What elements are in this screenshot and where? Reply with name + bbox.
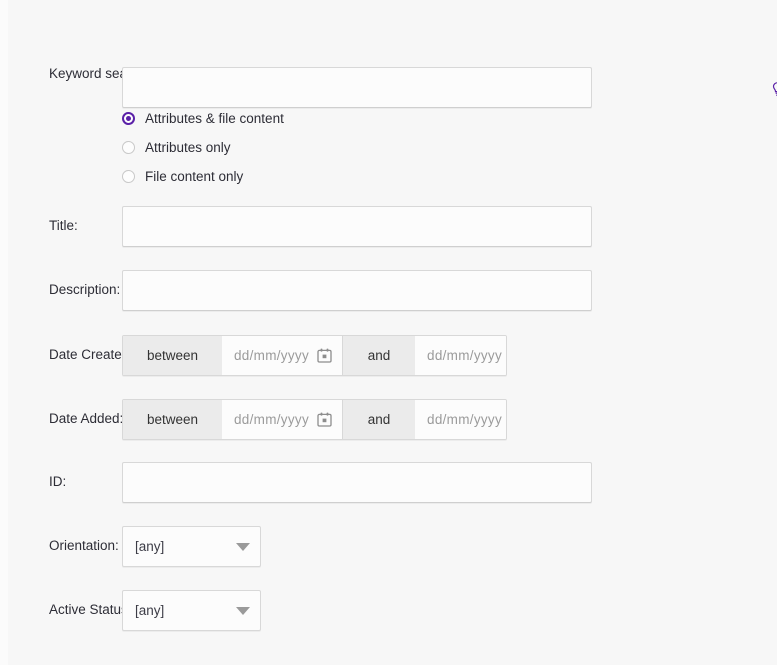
- date-added-operator[interactable]: between: [123, 400, 222, 439]
- active-status-field-area: [any]: [122, 590, 261, 631]
- date-created-label: Date Created:: [49, 347, 134, 362]
- date-created-operator[interactable]: between: [123, 336, 222, 375]
- lightbulb-icon: [772, 81, 777, 97]
- date-created-range: between dd/mm/yyyy and dd/mm/yyyy: [122, 335, 507, 376]
- description-input[interactable]: [122, 270, 592, 311]
- active-status-label: Active Status:: [49, 602, 132, 617]
- advanced-search-form-page: Keyword search: Search tips: [0, 0, 777, 665]
- date-added-field-area: between dd/mm/yyyy and dd/mm/yyyy: [122, 399, 507, 440]
- keyword-search-input[interactable]: [122, 67, 592, 108]
- orientation-field-area: [any]: [122, 526, 261, 567]
- radio-indicator-unselected[interactable]: [122, 170, 135, 183]
- keyword-search-label: Keyword search:: [49, 66, 150, 81]
- radio-attributes-and-file-content[interactable]: Attributes & file content: [122, 104, 284, 133]
- keyword-search-field-area: Search tips: [122, 67, 777, 108]
- date-added-to-placeholder: dd/mm/yyyy: [427, 412, 503, 427]
- radio-label-attributes-only: Attributes only: [145, 140, 231, 155]
- date-added-conjunction: and: [342, 400, 416, 439]
- date-added-label: Date Added:: [49, 411, 124, 426]
- radio-label-attributes-and-file-content: Attributes & file content: [145, 111, 284, 126]
- active-status-selected-value: [any]: [135, 603, 165, 618]
- orientation-select[interactable]: [any]: [122, 526, 261, 567]
- description-field-area: [122, 270, 592, 311]
- date-created-from-field[interactable]: dd/mm/yyyy: [222, 336, 343, 375]
- form-row-title: Title:: [0, 206, 592, 247]
- title-input[interactable]: [122, 206, 592, 247]
- chevron-down-icon[interactable]: [236, 606, 250, 615]
- radio-file-content-only[interactable]: File content only: [122, 162, 284, 191]
- title-field-area: [122, 206, 592, 247]
- search-tips-link[interactable]: Search tips: [772, 74, 777, 104]
- id-label: ID:: [49, 474, 67, 489]
- date-added-range: between dd/mm/yyyy and dd/mm/yyyy: [122, 399, 507, 440]
- calendar-icon[interactable]: [317, 348, 332, 363]
- search-scope-radio-group: Attributes & file content Attributes onl…: [122, 104, 284, 191]
- calendar-icon[interactable]: [317, 412, 332, 427]
- date-created-conjunction: and: [342, 336, 416, 375]
- id-field-area: [122, 462, 592, 503]
- radio-indicator-unselected[interactable]: [122, 141, 135, 154]
- radio-indicator-selected[interactable]: [122, 112, 135, 125]
- orientation-label: Orientation:: [49, 538, 119, 553]
- date-added-from-field[interactable]: dd/mm/yyyy: [222, 400, 343, 439]
- date-created-to-field[interactable]: dd/mm/yyyy: [415, 336, 506, 375]
- form-row-date-added: Date Added: between dd/mm/yyyy and dd/mm…: [0, 399, 507, 440]
- active-status-select[interactable]: [any]: [122, 590, 261, 631]
- form-row-id: ID:: [0, 462, 592, 503]
- radio-label-file-content-only: File content only: [145, 169, 244, 184]
- date-created-to-placeholder: dd/mm/yyyy: [427, 348, 503, 363]
- form-row-date-created: Date Created: between dd/mm/yyyy and dd/…: [0, 335, 507, 376]
- description-label: Description:: [49, 282, 121, 297]
- date-added-from-placeholder: dd/mm/yyyy: [234, 412, 310, 427]
- form-row-orientation: Orientation: [any]: [0, 526, 261, 567]
- radio-attributes-only[interactable]: Attributes only: [122, 133, 284, 162]
- id-input[interactable]: [122, 462, 592, 503]
- title-label: Title:: [49, 218, 78, 233]
- date-created-field-area: between dd/mm/yyyy and dd/mm/yyyy: [122, 335, 507, 376]
- form-row-keyword-search: Keyword search: Search tips: [0, 66, 777, 108]
- form-row-description: Description:: [0, 270, 592, 311]
- date-added-to-field[interactable]: dd/mm/yyyy: [415, 400, 506, 439]
- chevron-down-icon[interactable]: [236, 542, 250, 551]
- form-row-search-scope: Attributes & file content Attributes onl…: [0, 104, 284, 191]
- date-created-from-placeholder: dd/mm/yyyy: [234, 348, 310, 363]
- orientation-selected-value: [any]: [135, 539, 165, 554]
- form-row-active-status: Active Status: [any]: [0, 590, 261, 631]
